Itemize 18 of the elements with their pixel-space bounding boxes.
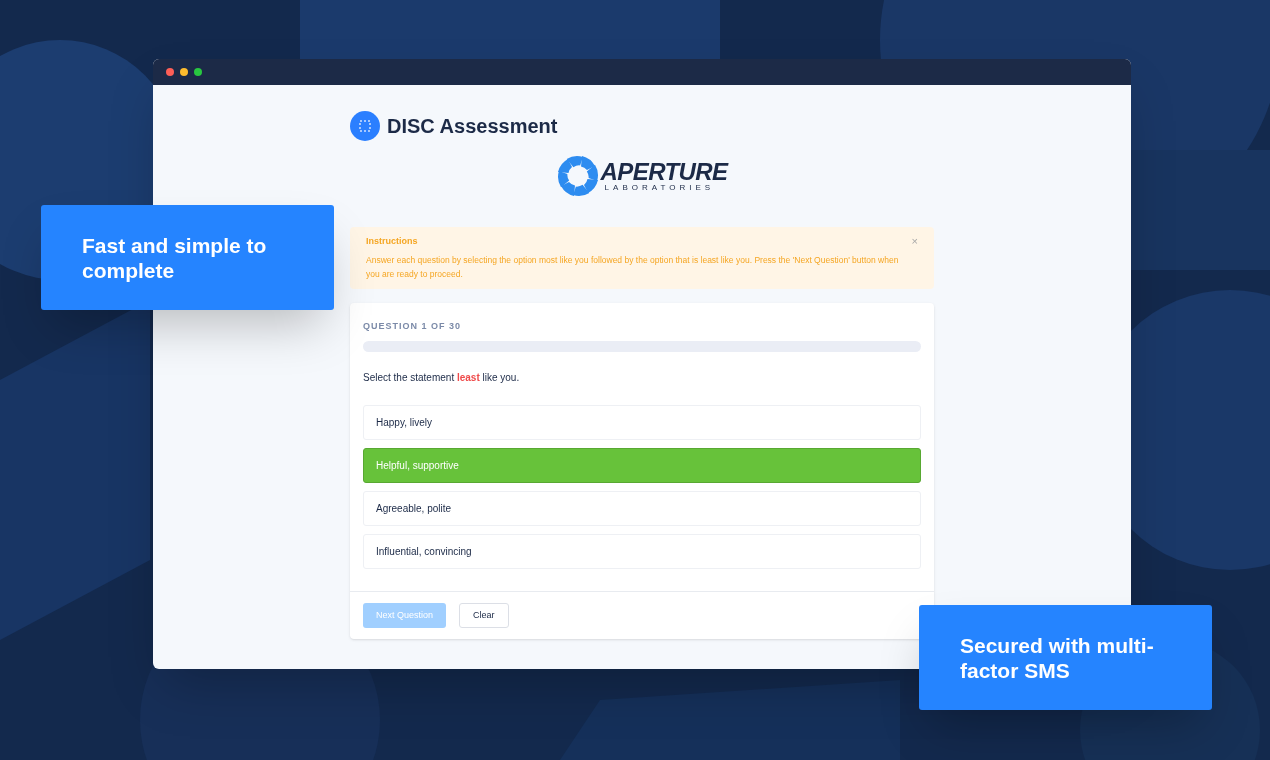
minimize-window-button[interactable] [180, 68, 188, 76]
close-window-button[interactable] [166, 68, 174, 76]
answer-option[interactable]: Influential, convincing [363, 534, 921, 569]
clear-button[interactable]: Clear [459, 603, 509, 628]
question-prompt: Select the statement least like you. [363, 371, 521, 385]
page-title: DISC Assessment [387, 114, 558, 139]
zoom-window-button[interactable] [194, 68, 202, 76]
answer-option[interactable]: Agreeable, polite [363, 491, 921, 526]
logo-wordmark: APERTURE [600, 160, 728, 184]
logo-subtitle: LABORATORIES [604, 184, 716, 192]
alert-message: Answer each question by selecting the option most like you followed by the option that is least like you. Press the 'Next Question' button when you are ready to proceed. [366, 253, 900, 281]
alert-title: Instructions [366, 235, 419, 248]
question-counter: QUESTION 1 OF 30 [363, 319, 463, 333]
app-logo-icon [350, 111, 380, 141]
aperture-logo-icon [556, 155, 599, 197]
callout-text: Secured with multi-factor SMS [960, 632, 1155, 683]
answer-option[interactable]: Happy, lively [363, 405, 921, 440]
callout-text: Fast and simple to complete [82, 232, 268, 283]
